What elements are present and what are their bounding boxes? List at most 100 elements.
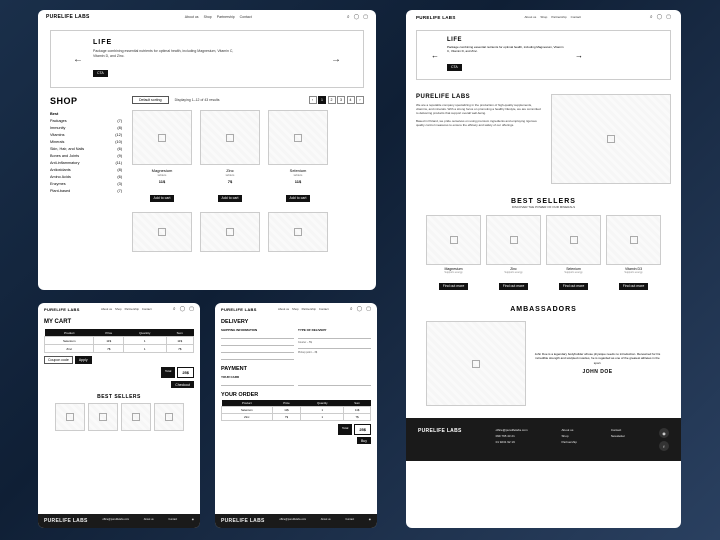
cart-icon[interactable]: ▢ xyxy=(366,306,371,312)
nav-link[interactable]: Contact xyxy=(319,307,329,311)
nav-link[interactable]: Shop xyxy=(292,307,299,311)
category-item[interactable]: Packages(7) xyxy=(50,117,122,124)
category-item[interactable]: Antioxidants(8) xyxy=(50,166,122,173)
page-next[interactable]: › xyxy=(356,96,364,104)
input-field[interactable] xyxy=(221,341,294,346)
user-icon[interactable]: ◯ xyxy=(357,306,363,312)
product-image[interactable] xyxy=(55,403,85,431)
cart-icon[interactable]: ▢ xyxy=(189,306,194,312)
footer-link[interactable]: Partnership xyxy=(562,440,577,444)
footer-link[interactable]: About us xyxy=(144,518,154,524)
category-item[interactable]: Immunity(8) xyxy=(50,124,122,131)
sort-select[interactable]: Default sorting xyxy=(132,96,169,104)
checkout-button[interactable]: Checkout xyxy=(171,381,194,388)
add-to-cart-button[interactable]: Add to cart xyxy=(150,195,175,202)
nav-link[interactable]: Partnership xyxy=(551,15,566,19)
page-prev[interactable]: ‹ xyxy=(309,96,317,104)
product-card[interactable]: Magnesiumtablets11$Add to cart xyxy=(132,110,192,204)
page-number[interactable]: 3 xyxy=(337,96,345,104)
search-icon[interactable]: ⌕ xyxy=(347,14,350,20)
logo[interactable]: PURELIFE LABS xyxy=(221,307,257,312)
logo[interactable]: PURELIFE LABS xyxy=(44,307,80,312)
cart-icon[interactable]: ▢ xyxy=(363,14,368,20)
hero-next-icon[interactable]: → xyxy=(575,51,583,60)
user-icon[interactable]: ◯ xyxy=(180,306,186,312)
page-number[interactable]: 2 xyxy=(328,96,336,104)
category-item[interactable]: Anti-inflammatory(11) xyxy=(50,159,122,166)
logo[interactable]: PURELIFE LABS xyxy=(46,14,90,20)
add-to-cart-button[interactable]: Add to cart xyxy=(286,195,311,202)
logo[interactable]: PURELIFE LABS xyxy=(416,15,456,20)
input-field[interactable] xyxy=(221,348,294,353)
footer-link[interactable]: Contact xyxy=(611,428,625,432)
facebook-icon[interactable]: f xyxy=(659,441,669,451)
category-item[interactable]: Plant-based(7) xyxy=(50,187,122,194)
input-field[interactable] xyxy=(221,334,294,339)
product-image[interactable] xyxy=(132,212,192,252)
product-image[interactable] xyxy=(200,212,260,252)
nav-link[interactable]: Partnership xyxy=(302,307,316,311)
product-card[interactable]: ZincSupports energyFind out more xyxy=(486,215,541,292)
user-icon[interactable]: ◯ xyxy=(657,14,663,20)
hero-next-icon[interactable]: → xyxy=(331,54,341,65)
footer-link[interactable]: Contact xyxy=(168,518,177,524)
category-item[interactable]: Best xyxy=(50,110,122,117)
find-out-more-button[interactable]: Find out more xyxy=(619,283,649,290)
nav-link[interactable]: Shop xyxy=(204,15,212,19)
add-to-cart-button[interactable]: Add to cart xyxy=(218,195,243,202)
input-field[interactable] xyxy=(298,381,371,386)
find-out-more-button[interactable]: Find out more xyxy=(499,283,529,290)
product-image[interactable] xyxy=(121,403,151,431)
product-card[interactable]: SeleniumSupports energyFind out more xyxy=(546,215,601,292)
footer-link[interactable]: Shop xyxy=(562,434,577,438)
input-field[interactable] xyxy=(298,344,371,349)
cart-icon[interactable]: ▢ xyxy=(666,14,671,20)
input-field[interactable] xyxy=(221,381,294,386)
search-icon[interactable]: ⌕ xyxy=(173,306,176,312)
nav-link[interactable]: Shop xyxy=(540,15,547,19)
category-item[interactable]: Minerals(10) xyxy=(50,138,122,145)
apply-button[interactable]: Apply xyxy=(75,356,92,364)
product-image[interactable] xyxy=(154,403,184,431)
hero-cta-button[interactable]: CTA xyxy=(447,64,462,71)
category-item[interactable]: Bones and Joints(9) xyxy=(50,152,122,159)
hero-cta-button[interactable]: CTA xyxy=(93,70,108,77)
nav-link[interactable]: About us xyxy=(278,307,289,311)
product-image[interactable] xyxy=(268,212,328,252)
nav-link[interactable]: Shop xyxy=(115,307,122,311)
product-card[interactable]: Zinctablets7$Add to cart xyxy=(200,110,260,204)
page-number[interactable]: 1 xyxy=(318,96,326,104)
product-card[interactable]: Vitamin D3Supports energyFind out more xyxy=(606,215,661,292)
instagram-icon[interactable]: ◉ xyxy=(659,428,669,438)
footer-email[interactable]: office@purelifelabs.com xyxy=(496,428,528,432)
input-field[interactable] xyxy=(298,334,371,339)
product-card[interactable]: Seleniumtablets11$Add to cart xyxy=(268,110,328,204)
search-icon[interactable]: ⌕ xyxy=(350,306,353,312)
nav-link[interactable]: About us xyxy=(524,15,536,19)
nav-link[interactable]: Contact xyxy=(240,15,252,19)
search-icon[interactable]: ⌕ xyxy=(650,14,653,20)
footer-link[interactable]: About us xyxy=(562,428,577,432)
page-number[interactable]: 4 xyxy=(347,96,355,104)
nav-link[interactable]: Partnership xyxy=(217,15,235,19)
nav-link[interactable]: Contact xyxy=(142,307,152,311)
find-out-more-button[interactable]: Find out more xyxy=(439,283,469,290)
category-item[interactable]: Vitamins(12) xyxy=(50,131,122,138)
hero-prev-icon[interactable]: ← xyxy=(73,54,83,65)
product-card[interactable]: MagnesiumSupports energyFind out more xyxy=(426,215,481,292)
find-out-more-button[interactable]: Find out more xyxy=(559,283,589,290)
product-image[interactable] xyxy=(88,403,118,431)
nav-link[interactable]: Contact xyxy=(571,15,581,19)
nav-link[interactable]: About us xyxy=(101,307,112,311)
user-icon[interactable]: ◯ xyxy=(354,14,360,20)
buy-button[interactable]: Buy xyxy=(357,437,371,444)
footer-link[interactable]: Newsletter xyxy=(611,434,625,438)
social-icon[interactable]: ◉ xyxy=(192,518,194,524)
coupon-input[interactable]: Coupon code xyxy=(44,356,73,364)
social-icon[interactable]: ◉ xyxy=(369,518,371,524)
nav-link[interactable]: About us xyxy=(185,15,199,19)
category-item[interactable]: Amino Acids(6) xyxy=(50,173,122,180)
input-field[interactable] xyxy=(221,355,294,360)
category-item[interactable]: Skin, Hair, and Nails(6) xyxy=(50,145,122,152)
nav-link[interactable]: Partnership xyxy=(125,307,139,311)
